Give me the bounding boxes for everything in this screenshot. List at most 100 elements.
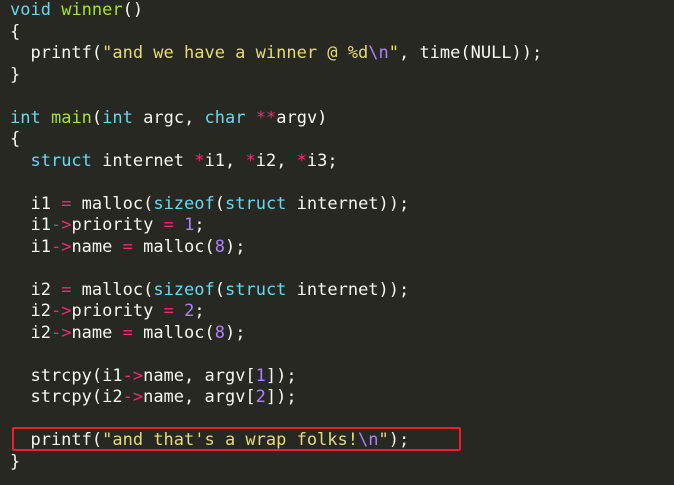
code-editor[interactable]: void winner(){ printf("and we have a win… [10, 0, 674, 485]
code-token: { [10, 129, 21, 149]
code-line: void winner() [10, 0, 674, 22]
code-token: = [163, 301, 174, 321]
code-token: () [122, 0, 144, 20]
code-token: printf( [10, 430, 103, 450]
code-token: 2 [255, 387, 266, 407]
code-token: = [61, 193, 72, 214]
code-token: { [10, 21, 21, 42]
code-token: printf( [10, 43, 103, 63]
code-token: i1 [10, 236, 51, 257]
code-token: malloc( [132, 322, 215, 343]
code-token: } [10, 451, 21, 472]
code-token: -> [50, 301, 72, 321]
code-line: i1->priority = 1; [10, 215, 674, 237]
code-token: ( [91, 107, 103, 128]
code-token: sizeof [153, 193, 215, 214]
code-token: 8 [214, 322, 226, 343]
code-token: ( [214, 193, 225, 214]
code-token: -> [50, 322, 72, 343]
code-token: argv) [276, 107, 328, 128]
code-token: internet)); [286, 193, 410, 214]
code-token: void [10, 0, 51, 20]
code-token: ]); [265, 387, 297, 407]
code-token: i2 [10, 322, 51, 343]
code-token: ; [194, 301, 205, 321]
code-token: " [388, 43, 399, 63]
code-token: int [102, 107, 133, 128]
code-token: \n [358, 430, 379, 450]
code-token: ( [214, 279, 225, 300]
code-token: "and that's a wrap folks! [102, 430, 358, 450]
code-line: } [10, 452, 674, 474]
code-token: priority [71, 301, 164, 321]
code-token: = [122, 322, 133, 343]
code-token: internet [91, 150, 195, 171]
code-token: * [194, 150, 205, 171]
code-token: i2 [10, 301, 51, 321]
code-token: 1 [184, 215, 195, 235]
code-token: * [296, 150, 307, 171]
code-token: i3; [306, 150, 338, 171]
code-line: i1 = malloc(sizeof(struct internet)); [10, 194, 674, 216]
code-line: i1->name = malloc(8); [10, 237, 674, 259]
code-token: -> [122, 365, 144, 386]
code-line: i2->name = malloc(8); [10, 323, 674, 345]
code-token: * [245, 150, 256, 171]
code-token: struct [30, 150, 92, 171]
code-token: ); [225, 322, 246, 343]
code-token: ** [255, 107, 277, 128]
code-token: malloc( [71, 193, 154, 214]
code-token: name [71, 236, 123, 257]
code-token: i1 [10, 193, 62, 214]
code-token: -> [122, 387, 144, 407]
code-token: malloc( [71, 279, 154, 300]
code-token: } [10, 64, 21, 85]
code-token: ); [225, 236, 246, 257]
code-token: strcpy(i1 [10, 365, 123, 386]
code-token: " [378, 430, 389, 450]
code-line: int main(int argc, char **argv) [10, 108, 674, 130]
code-token: ; [194, 215, 205, 235]
code-token: name, argv[ [143, 387, 256, 407]
code-token: , time(NULL)); [398, 43, 543, 63]
code-line: { [10, 129, 674, 151]
code-token: = [163, 215, 174, 235]
code-token: "and we have a winner @ %d [102, 43, 369, 63]
code-token: argc, [132, 107, 205, 128]
code-token: malloc( [132, 236, 215, 257]
code-token: main [50, 107, 92, 128]
code-token: i1, [204, 150, 246, 171]
code-token: strcpy(i2 [10, 387, 123, 407]
code-line: printf("and we have a winner @ %d\n", ti… [10, 43, 674, 65]
code-line: { [10, 22, 674, 44]
code-token: 8 [214, 236, 226, 257]
code-token: \n [368, 43, 389, 63]
code-token: = [61, 279, 72, 300]
code-line: i2->priority = 2; [10, 301, 674, 323]
code-token: -> [50, 215, 72, 235]
code-line: } [10, 65, 674, 87]
highlighted-code-line: printf("and that's a wrap folks!\n"); [10, 430, 674, 452]
code-token: char [204, 107, 246, 128]
code-line: i2 = malloc(sizeof(struct internet)); [10, 280, 674, 302]
code-token: i1 [10, 215, 51, 235]
code-token: 1 [255, 365, 266, 386]
code-token: internet)); [286, 279, 410, 300]
code-token: sizeof [153, 279, 215, 300]
code-line: strcpy(i2->name, argv[2]); [10, 387, 674, 409]
code-line: strcpy(i1->name, argv[1]); [10, 366, 674, 388]
code-token: struct [225, 279, 287, 300]
code-token: int [10, 107, 41, 128]
code-token: 2 [184, 301, 195, 321]
code-token: name [71, 322, 123, 343]
